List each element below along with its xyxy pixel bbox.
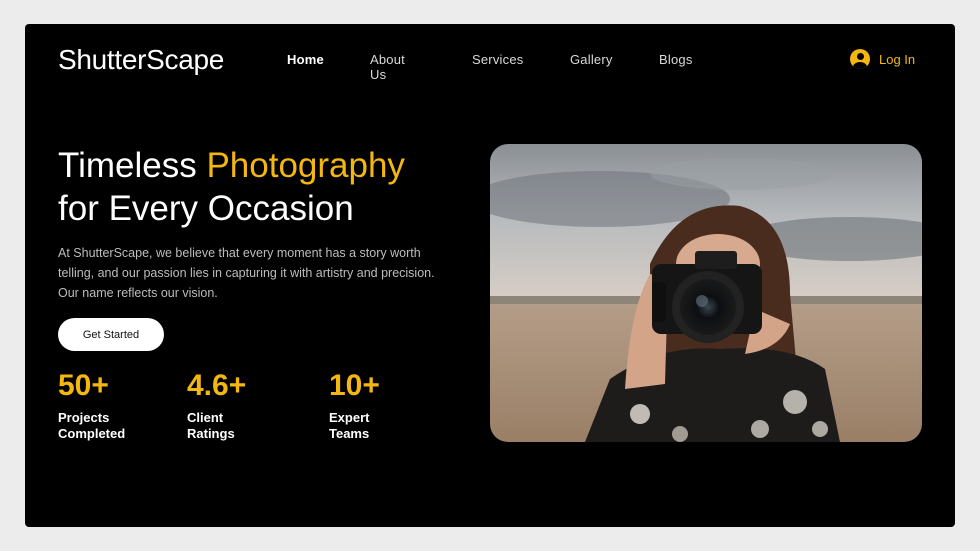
hero-description: At ShutterScape, we believe that every m… [58,246,435,300]
hero-title: Timeless Photography for Every Occasion [58,144,405,230]
stat-label: Expert Teams [329,410,370,441]
stat-value: 4.6+ [187,369,247,402]
stat-label: Projects Completed [58,410,126,441]
stat-value: 50+ [58,369,109,402]
stat-value: 10+ [329,369,380,402]
stat-label: Client Ratings [187,410,235,441]
nav-item-services[interactable]: Services [472,52,523,67]
stat-projects: 50+ Projects Completed [58,369,138,442]
nav-item-gallery[interactable]: Gallery [570,52,613,67]
page-frame: ShutterScape Home About Us Services Gall… [25,24,955,527]
hero-title-part1: Timeless [58,146,207,185]
user-circle-icon [850,49,870,69]
brand-logo[interactable]: ShutterScape [58,44,224,76]
hero-title-accent: Photography [206,146,405,185]
get-started-button[interactable]: Get Started [58,318,164,351]
nav-item-blogs[interactable]: Blogs [659,52,693,67]
login-button[interactable]: Log In [850,49,915,69]
hero-title-line2: for Every Occasion [58,189,354,228]
stat-ratings: 4.6+ Client Ratings [187,369,247,442]
nav-item-about-us[interactable]: About Us [370,52,405,82]
stat-teams: 10+ Expert Teams [329,369,389,442]
nav-item-home[interactable]: Home [287,52,324,67]
hero-photo [490,144,922,442]
login-label: Log In [879,51,916,67]
